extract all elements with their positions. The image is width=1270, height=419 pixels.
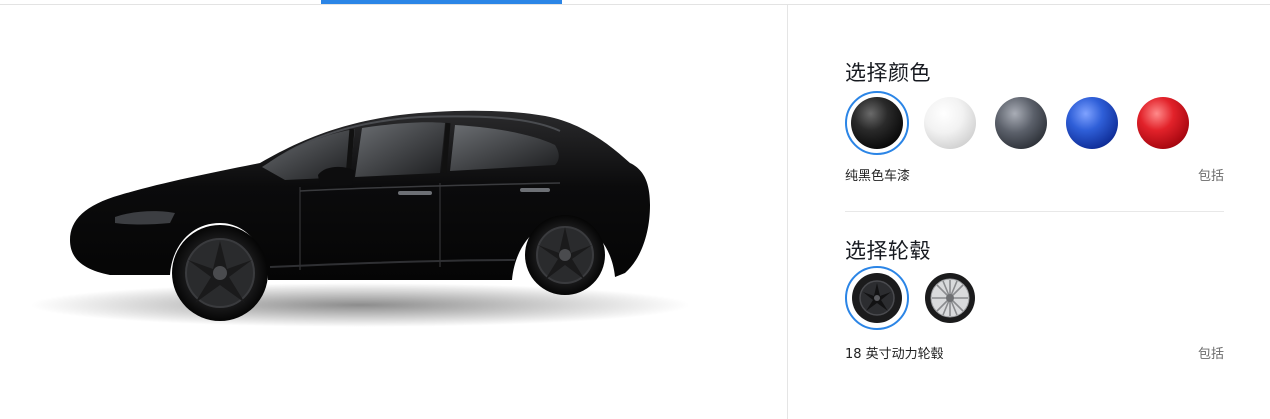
- black-paint-swatch-icon[interactable]: [845, 91, 909, 155]
- grey-paint-swatch-icon[interactable]: [995, 97, 1047, 149]
- car-preview: [0, 5, 787, 419]
- blue-paint-swatch-icon[interactable]: [1066, 97, 1118, 149]
- white-paint-swatch-icon[interactable]: [924, 97, 976, 149]
- selected-wheel-name: 18 英寸动力轮毂: [845, 347, 944, 362]
- selected-paint-name: 纯黑色车漆: [845, 169, 911, 184]
- active-tab-indicator: [321, 0, 562, 4]
- section-divider: [845, 211, 1224, 212]
- sport-wheel-icon[interactable]: [924, 272, 976, 324]
- aero-wheel-icon[interactable]: [845, 266, 909, 330]
- paint-section-title: 选择颜色: [845, 61, 931, 85]
- red-paint-swatch-icon[interactable]: [1137, 97, 1189, 149]
- wheel-price: 包括: [1197, 347, 1224, 362]
- paint-price: 包括: [1197, 169, 1224, 184]
- configurator-page: 选择颜色 纯黑色车漆 包括 选择轮毂 18 英寸动力轮毂 包括: [0, 0, 1270, 419]
- config-panel: 选择颜色 纯黑色车漆 包括 选择轮毂 18 英寸动力轮毂 包括: [788, 5, 1270, 419]
- wheel-section-title: 选择轮毂: [845, 239, 931, 263]
- car-image: [30, 110, 690, 327]
